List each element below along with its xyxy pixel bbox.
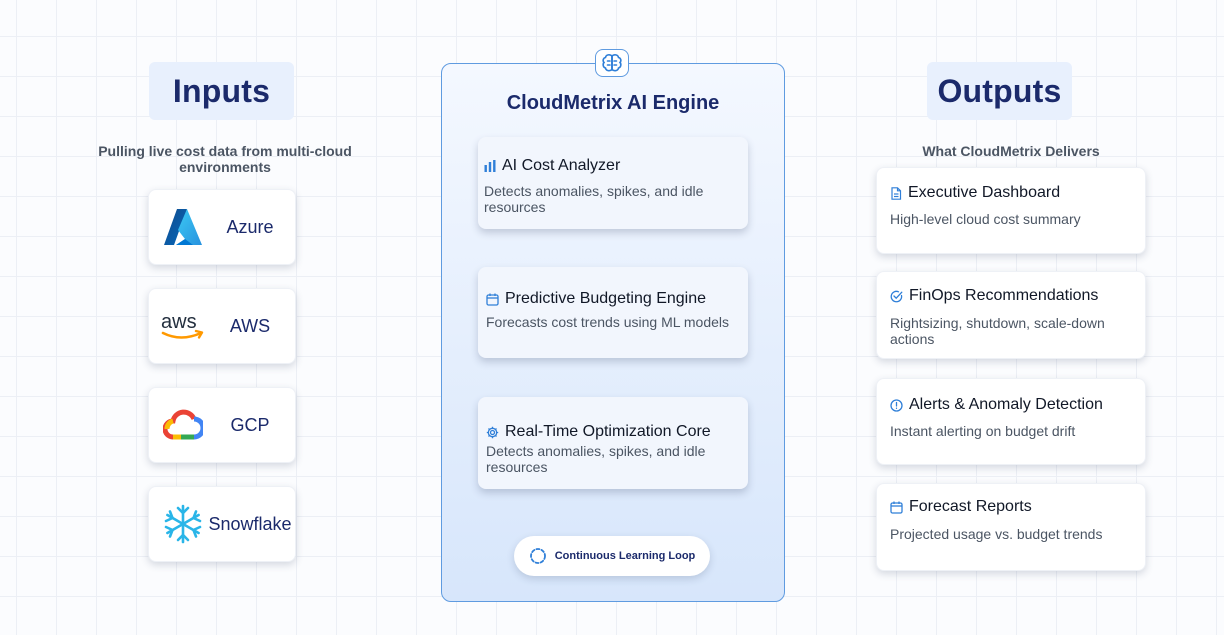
- calendar-icon: [486, 293, 499, 306]
- module-description: Forecasts cost trends using ML models: [486, 314, 730, 330]
- module-title: Real-Time Optimization Core: [505, 423, 711, 440]
- inputs-heading: Inputs: [149, 62, 294, 120]
- source-card-azure[interactable]: Azure: [148, 189, 296, 265]
- output-title: Forecast Reports: [909, 498, 1032, 515]
- output-card-finops-recommendations[interactable]: FinOps Recommendations Rightsizing, shut…: [876, 271, 1146, 359]
- continuous-learning-loop[interactable]: Continuous Learning Loop: [514, 536, 710, 576]
- engine-title: CloudMetrix AI Engine: [506, 92, 720, 114]
- source-name: Azure: [226, 216, 274, 237]
- source-card-aws[interactable]: aws AWS: [148, 288, 296, 364]
- svg-text:aws: aws: [161, 311, 197, 333]
- azure-logo: [159, 203, 207, 251]
- module-description: Detects anomalies, spikes, and idle reso…: [486, 443, 706, 475]
- brain-icon: [595, 49, 629, 77]
- output-title: FinOps Recommendations: [909, 287, 1099, 304]
- source-card-gcp[interactable]: GCP: [148, 387, 296, 463]
- outputs-heading: Outputs: [927, 62, 1072, 120]
- calendar-icon: [890, 501, 903, 514]
- output-card-executive-dashboard[interactable]: Executive Dashboard High-level cloud cos…: [876, 167, 1146, 254]
- output-title: Executive Dashboard: [908, 184, 1061, 201]
- module-card-realtime-optimization[interactable]: Real-Time Optimization Core Detects anom…: [478, 397, 748, 489]
- source-name: AWS: [229, 315, 271, 336]
- gear-icon: [486, 426, 499, 438]
- module-card-ai-cost-analyzer[interactable]: AI Cost Analyzer Detects anomalies, spik…: [478, 137, 748, 229]
- output-title: Alerts & Anomaly Detection: [909, 396, 1103, 413]
- output-description: Rightsizing, shutdown, scale-down action…: [890, 315, 1105, 347]
- outputs-subtitle: What CloudMetrix Delivers: [922, 143, 1100, 159]
- loop-label: Continuous Learning Loop: [554, 550, 696, 562]
- bar-chart-icon: [484, 160, 496, 172]
- output-description: Projected usage vs. budget trends: [890, 526, 1103, 542]
- check-circle-icon: [890, 290, 903, 302]
- output-description: Instant alerting on budget drift: [890, 423, 1076, 439]
- module-card-predictive-budgeting[interactable]: Predictive Budgeting Engine Forecasts co…: [478, 267, 748, 358]
- module-description: Detects anomalies, spikes, and idle reso…: [484, 183, 704, 215]
- outputs-heading-text: Outputs: [937, 72, 1062, 109]
- module-title: AI Cost Analyzer: [502, 157, 621, 174]
- output-description: High-level cloud cost summary: [890, 211, 1081, 227]
- aws-logo: aws: [159, 302, 207, 350]
- source-card-snowflake[interactable]: Snowflake: [148, 486, 296, 562]
- source-name: Snowflake: [208, 513, 292, 534]
- gcp-logo: [159, 401, 207, 449]
- source-name: GCP: [230, 414, 270, 435]
- snowflake-logo: [159, 500, 207, 548]
- refresh-icon: [529, 548, 546, 564]
- inputs-heading-text: Inputs: [172, 72, 271, 109]
- document-icon: [891, 186, 902, 200]
- inputs-subtitle: Pulling live cost data from multi-cloud …: [98, 143, 352, 175]
- output-card-forecast-reports[interactable]: Forecast Reports Projected usage vs. bud…: [876, 483, 1146, 571]
- output-card-alerts-anomaly[interactable]: Alerts & Anomaly Detection Instant alert…: [876, 378, 1146, 465]
- module-title: Predictive Budgeting Engine: [505, 290, 707, 307]
- alert-circle-icon: [890, 398, 903, 412]
